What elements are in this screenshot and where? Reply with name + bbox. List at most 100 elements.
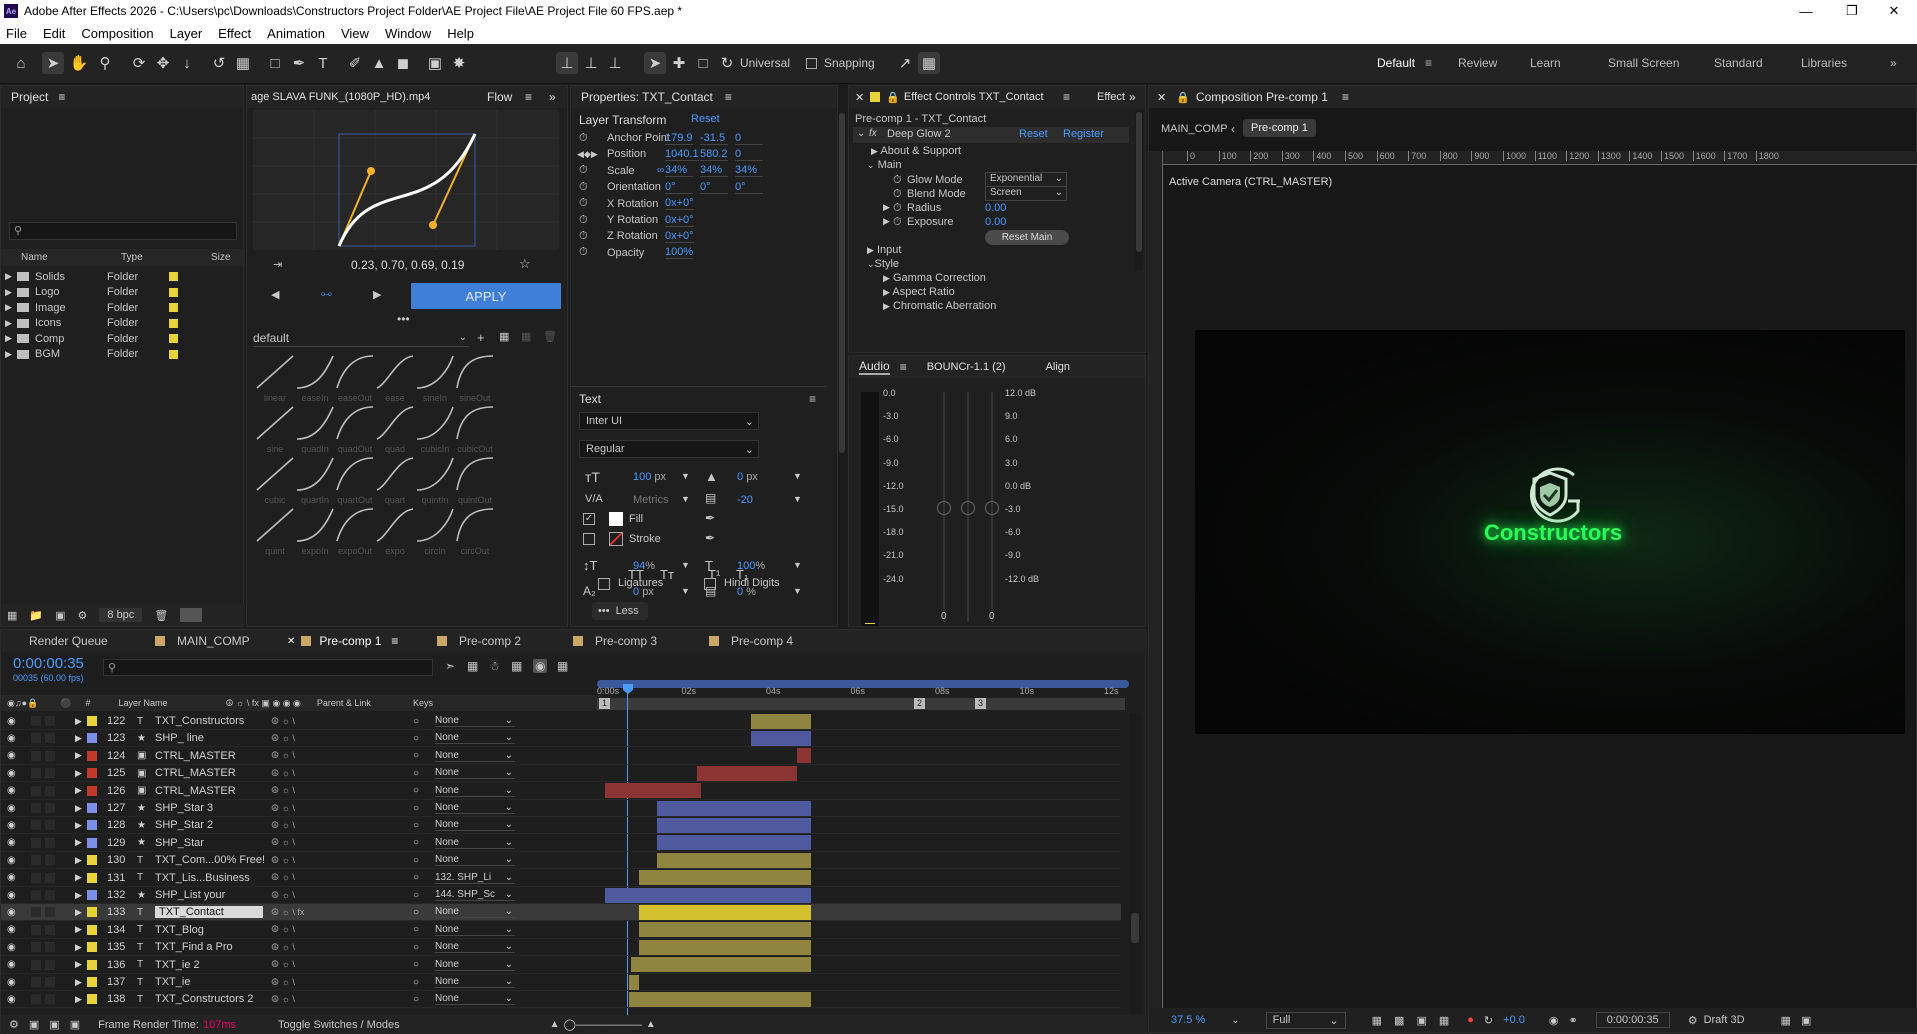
effect-reset-button[interactable]: Reset	[1019, 128, 1048, 140]
layer-name[interactable]: TXT_Contact	[155, 906, 263, 919]
apply-button[interactable]: APPLY	[411, 283, 561, 309]
font-style-select[interactable]: Regular ⌄	[579, 440, 759, 458]
layer-name[interactable]: SHP_Star	[155, 837, 204, 849]
workspace-overflow-icon[interactable]: »	[1890, 56, 1897, 70]
close-icon[interactable]: ✕	[855, 91, 864, 104]
easing-preset[interactable]: quintIn	[415, 456, 455, 505]
project-search-input[interactable]: ⚲	[9, 222, 237, 240]
expand-icon[interactable]: ▶	[75, 855, 82, 866]
transform-value[interactable]: 0x+0°	[665, 230, 694, 243]
easing-preset[interactable]: quartOut	[335, 456, 375, 505]
view-layout-icon[interactable]: ▦	[1781, 1014, 1791, 1027]
layer-row[interactable]: ◉ ▶ 138 T TXT_Constructors 2 ☮ ☼ \ ○ None ⌄	[1, 991, 1121, 1009]
reset-exposure-icon[interactable]: ↻	[1484, 1014, 1493, 1027]
tab-precomp-2[interactable]: Pre-comp 2	[437, 630, 521, 652]
zoom-tool-icon[interactable]: ⚲	[94, 52, 116, 74]
breadcrumb-main-comp[interactable]: MAIN_COMP	[1161, 123, 1228, 135]
3d-scale-icon[interactable]: □	[692, 52, 714, 74]
expand-icon[interactable]: ▶	[75, 959, 82, 970]
easing-preset[interactable]: quadOut	[335, 405, 375, 454]
col-size[interactable]: Size	[211, 252, 230, 263]
parent-select[interactable]: None ⌄	[435, 976, 515, 988]
zoom-out-icon[interactable]: ▲	[550, 1019, 560, 1030]
stopwatch-icon[interactable]: ⏱	[893, 216, 902, 229]
import-icon[interactable]: ⇥	[273, 258, 282, 271]
world-axis-icon[interactable]: ⊥	[580, 52, 602, 74]
solo-box[interactable]	[31, 837, 41, 848]
label-swatch[interactable]	[169, 318, 178, 328]
solo-box[interactable]	[31, 890, 41, 900]
easing-preset[interactable]: expoOut	[335, 507, 375, 556]
roto-brush-icon[interactable]: ▣	[424, 52, 446, 74]
layer-duration-bar[interactable]	[751, 713, 811, 729]
parent-select[interactable]: None ⌄	[435, 785, 515, 797]
parent-select[interactable]: None ⌄	[435, 715, 515, 727]
label-swatch[interactable]	[87, 768, 97, 779]
guides-icon[interactable]: ▦	[1439, 1014, 1449, 1027]
hourglass-icon[interactable]: ⧟	[321, 288, 332, 301]
easing-preset[interactable]: sineIn	[415, 354, 455, 403]
snapshot-icon[interactable]: ◉	[1549, 1014, 1559, 1027]
reset-main-button[interactable]: Reset Main	[985, 230, 1069, 245]
pickwhip-icon[interactable]: ○	[413, 907, 419, 918]
panel-menu-icon[interactable]: ≡	[900, 360, 907, 374]
pickwhip-icon[interactable]: ○	[413, 872, 419, 883]
layer-name[interactable]: SHP_Star 2	[155, 819, 213, 831]
parent-select[interactable]: None ⌄	[435, 837, 515, 849]
label-swatch[interactable]	[87, 890, 97, 900]
horizontal-ruler[interactable]: 0 100 200 300 400 500 600 700 800 900 1000 1100 1200…	[1163, 151, 1917, 165]
solo-box[interactable]	[31, 942, 41, 953]
input-group[interactable]: ▶ Input	[867, 244, 901, 256]
exposure-value[interactable]: +0.0	[1503, 1014, 1525, 1026]
puppet-pin-icon[interactable]: ✸	[448, 52, 470, 74]
stopwatch-icon[interactable]: ⏱	[893, 202, 902, 215]
fill-swatch[interactable]	[609, 512, 623, 526]
layer-row[interactable]: ◉ ▶ 123 ★ SHP_ line ☮ ☼ \ ○ None ⌄	[1, 730, 1121, 748]
effect-tab[interactable]: Effect	[1097, 91, 1125, 103]
ec-scrollbar[interactable]	[1135, 110, 1143, 270]
col-keys[interactable]: Keys	[413, 698, 433, 708]
tab-precomp-3[interactable]: Pre-comp 3	[573, 630, 657, 652]
favorite-star-icon[interactable]: ☆	[519, 256, 531, 272]
layer-row[interactable]: ◉ ▶ 134 T TXT_Blog ☮ ☼ \ ○ None ⌄	[1, 922, 1121, 939]
transform-value[interactable]: 100%	[665, 246, 694, 260]
layer-row[interactable]: ◉ ▶ 127 ★ SHP_Star 3 ☮ ☼ \ ○ None ⌄	[1, 800, 1121, 817]
parent-select[interactable]: 144. SHP_Sc ⌄	[435, 889, 515, 901]
easing-preset[interactable]: sine	[255, 405, 295, 454]
resolution-select[interactable]: Full ⌄	[1265, 1011, 1346, 1029]
comp-marker[interactable]: 2	[914, 698, 926, 709]
easing-preset[interactable]: expoIn	[295, 507, 335, 556]
prev-icon[interactable]: ◀	[271, 288, 279, 301]
pickwhip-icon[interactable]: ○	[413, 890, 419, 901]
transform-value[interactable]: 34%	[665, 164, 693, 178]
layer-duration-bar[interactable]	[697, 765, 797, 781]
save-icon[interactable]: ▦	[499, 330, 509, 343]
glow-mode-select[interactable]: Exponential ⌄	[985, 172, 1067, 187]
main-group[interactable]: ⌄ Main	[867, 159, 901, 171]
col-name[interactable]: Name	[21, 252, 121, 263]
layer-row[interactable]: ◉ ▶ 131 T TXT_Lis...Business ☮ ☼ \ ○ 132. SHP_…	[1, 870, 1121, 887]
show-snapshot-icon[interactable]: ⚭	[1568, 1014, 1577, 1027]
menu-animation[interactable]: Animation	[267, 26, 325, 41]
parent-select[interactable]: None ⌄	[435, 959, 515, 971]
import-preset-icon[interactable]: ▦	[521, 330, 531, 343]
parent-select[interactable]: None ⌄	[435, 924, 515, 936]
menu-edit[interactable]: Edit	[43, 26, 65, 41]
pickwhip-icon[interactable]: ○	[413, 837, 419, 848]
flow-tab-footage[interactable]: age SLAVA FUNK_(1080P_HD).mp4	[251, 91, 430, 103]
easing-preset[interactable]: expo	[375, 507, 415, 556]
solo-box[interactable]	[31, 803, 41, 813]
label-column-icon[interactable]: ⚫	[60, 698, 71, 709]
chevron-down-icon[interactable]: ▼	[681, 471, 690, 481]
font-family-select[interactable]: Inter UI ⌄	[579, 412, 759, 430]
layer-row[interactable]: ◉ ▶ 133 T TXT_Contact ☮ ☼ \ fx ○ None ⌄	[1, 904, 1121, 922]
chevron-right-icon[interactable]: ▶	[5, 333, 17, 344]
col-type[interactable]: Type	[121, 252, 191, 263]
panel-menu-icon[interactable]: ≡	[1063, 90, 1070, 104]
layer-row[interactable]: ◉ ▶ 126 ▣ CTRL_MASTER ☮ ☼ \ ○ None ⌄	[1, 783, 1121, 800]
solo-box[interactable]	[31, 716, 41, 726]
stopwatch-icon[interactable]: ⏱	[579, 132, 588, 145]
brush-tool-icon[interactable]: ✐	[344, 52, 366, 74]
easing-preset[interactable]: quint	[255, 507, 295, 556]
transform-value[interactable]: 0°	[735, 181, 763, 194]
